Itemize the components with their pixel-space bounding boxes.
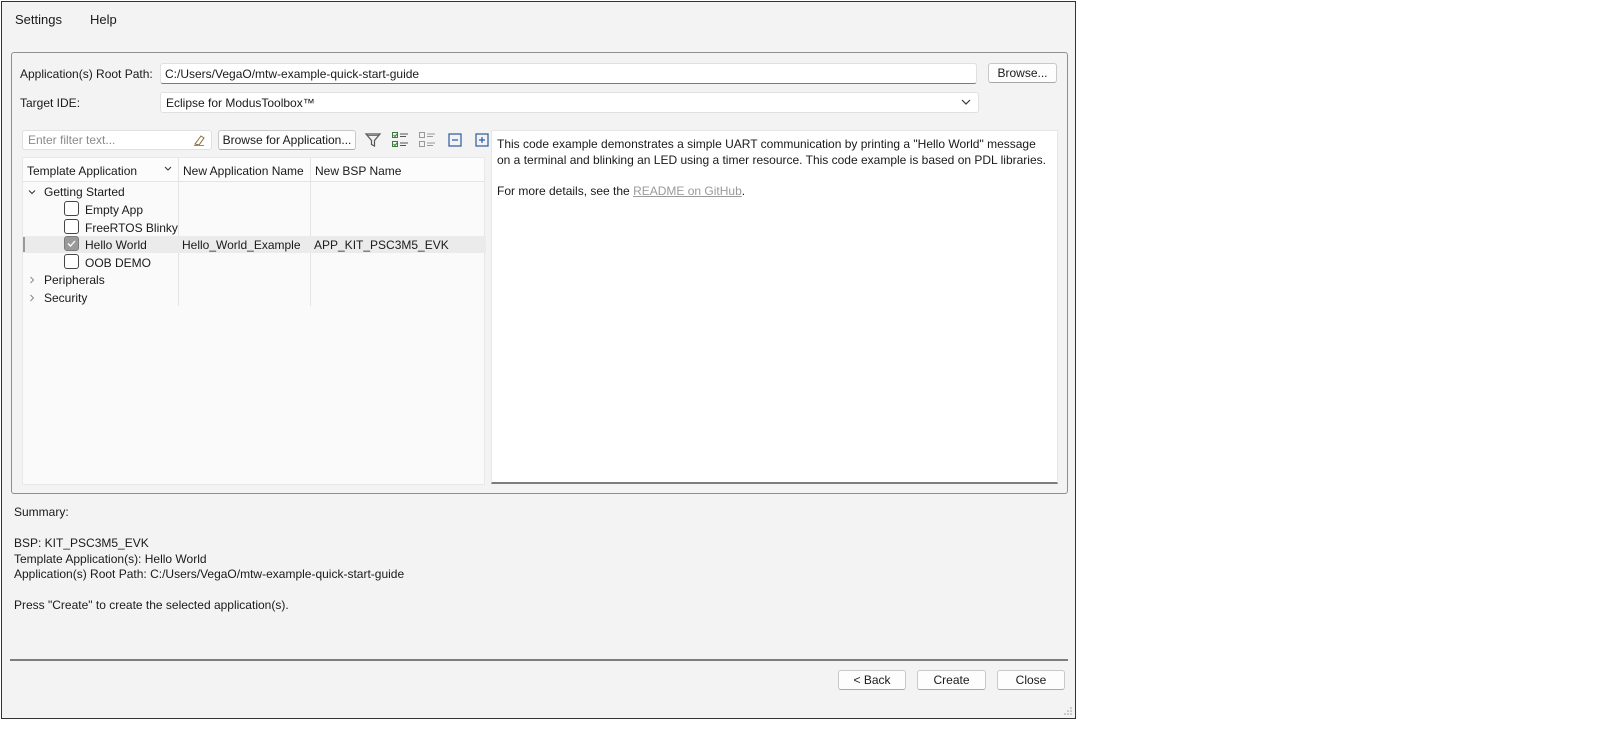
tree-group-label: Getting Started: [44, 185, 125, 199]
tree-group-label: Security: [44, 291, 88, 305]
collapse-all-icon[interactable]: [446, 131, 464, 149]
template-name: Empty App: [85, 203, 144, 217]
readme-link[interactable]: README on GitHub: [633, 184, 742, 198]
new-bsp-name[interactable]: APP_KIT_PSC3M5_EVK: [314, 238, 449, 252]
chevron-down-icon: [960, 95, 972, 109]
table-row[interactable]: Hello World Hello_World_Example APP_KIT_…: [23, 236, 486, 253]
browse-button[interactable]: Browse...: [988, 63, 1057, 83]
target-ide-value: Eclipse for ModusToolbox™: [166, 96, 315, 110]
more-details: For more details, see the README on GitH…: [497, 184, 746, 198]
tree-group-getting-started[interactable]: Getting Started: [23, 183, 486, 200]
template-tree-table: Template Application New Application Nam…: [22, 157, 486, 485]
filter-placeholder: Enter filter text...: [28, 133, 116, 147]
summary-bsp: BSP: KIT_PSC3M5_EVK: [14, 536, 149, 550]
root-path-label: Application(s) Root Path:: [20, 67, 153, 81]
target-ide-select[interactable]: Eclipse for ModusToolbox™: [160, 92, 979, 113]
target-ide-label: Target IDE:: [20, 96, 81, 110]
new-application-name[interactable]: Hello_World_Example: [182, 238, 301, 252]
project-creator-window: Settings Help Application(s) Root Path: …: [1, 1, 1076, 719]
summary-root-path: Application(s) Root Path: C:/Users/VegaO…: [14, 567, 405, 581]
template-name: FreeRTOS Blinky: [85, 221, 178, 235]
tree-group-label: Peripherals: [44, 273, 105, 287]
template-checkbox-checked[interactable]: [64, 236, 79, 251]
template-name: OOB DEMO: [85, 256, 152, 270]
sort-chevron-icon: [164, 166, 172, 171]
column-header-bsp-name[interactable]: New BSP Name: [311, 158, 484, 182]
selection-marker: [23, 237, 25, 252]
select-all-icon[interactable]: [391, 131, 409, 149]
clear-filter-icon[interactable]: [192, 133, 206, 147]
tree-group-security[interactable]: Security: [23, 289, 486, 306]
chevron-right-icon[interactable]: [27, 292, 37, 302]
filter-input[interactable]: Enter filter text...: [22, 130, 212, 150]
deselect-all-icon[interactable]: [418, 131, 436, 149]
expand-all-icon[interactable]: [473, 131, 491, 149]
summary-heading: Summary:: [14, 505, 69, 519]
filter-icon[interactable]: [364, 131, 382, 149]
tree-group-peripherals[interactable]: Peripherals: [23, 271, 486, 288]
summary-instruction: Press "Create" to create the selected ap…: [14, 598, 289, 612]
browse-for-application-button[interactable]: Browse for Application...: [218, 130, 356, 150]
create-button[interactable]: Create: [917, 670, 986, 690]
summary-section: Summary: BSP: KIT_PSC3M5_EVK Template Ap…: [14, 505, 404, 614]
menu-settings[interactable]: Settings: [11, 10, 66, 29]
summary-templates: Template Application(s): Hello World: [14, 551, 207, 566]
table-row[interactable]: OOB DEMO: [23, 254, 486, 271]
menu-bar: Settings Help: [2, 2, 1075, 34]
back-button[interactable]: < Back: [838, 670, 906, 690]
description-text: This code example demonstrates a simple …: [497, 137, 1046, 167]
table-row[interactable]: FreeRTOS Blinky: [23, 219, 486, 236]
column-header-template[interactable]: Template Application: [23, 158, 179, 182]
resize-grip-icon[interactable]: [1061, 704, 1073, 716]
template-checkbox[interactable]: [64, 254, 79, 269]
template-list-pane: Enter filter text... Browse for Applicat…: [22, 130, 489, 485]
template-name: Hello World: [85, 238, 147, 252]
description-pane: This code example demonstrates a simple …: [491, 130, 1058, 484]
column-header-app-name[interactable]: New Application Name: [179, 158, 311, 182]
menu-help[interactable]: Help: [86, 10, 121, 29]
template-selection-panel: Application(s) Root Path: C:/Users/VegaO…: [11, 52, 1068, 494]
table-row[interactable]: Empty App: [23, 201, 486, 218]
template-checkbox[interactable]: [64, 201, 79, 216]
chevron-right-icon[interactable]: [27, 274, 37, 284]
root-path-input[interactable]: C:/Users/VegaO/mtw-example-quick-start-g…: [160, 63, 977, 84]
template-checkbox[interactable]: [64, 219, 79, 234]
footer-divider: [10, 659, 1068, 661]
close-button[interactable]: Close: [997, 670, 1065, 690]
chevron-down-icon[interactable]: [27, 186, 37, 196]
